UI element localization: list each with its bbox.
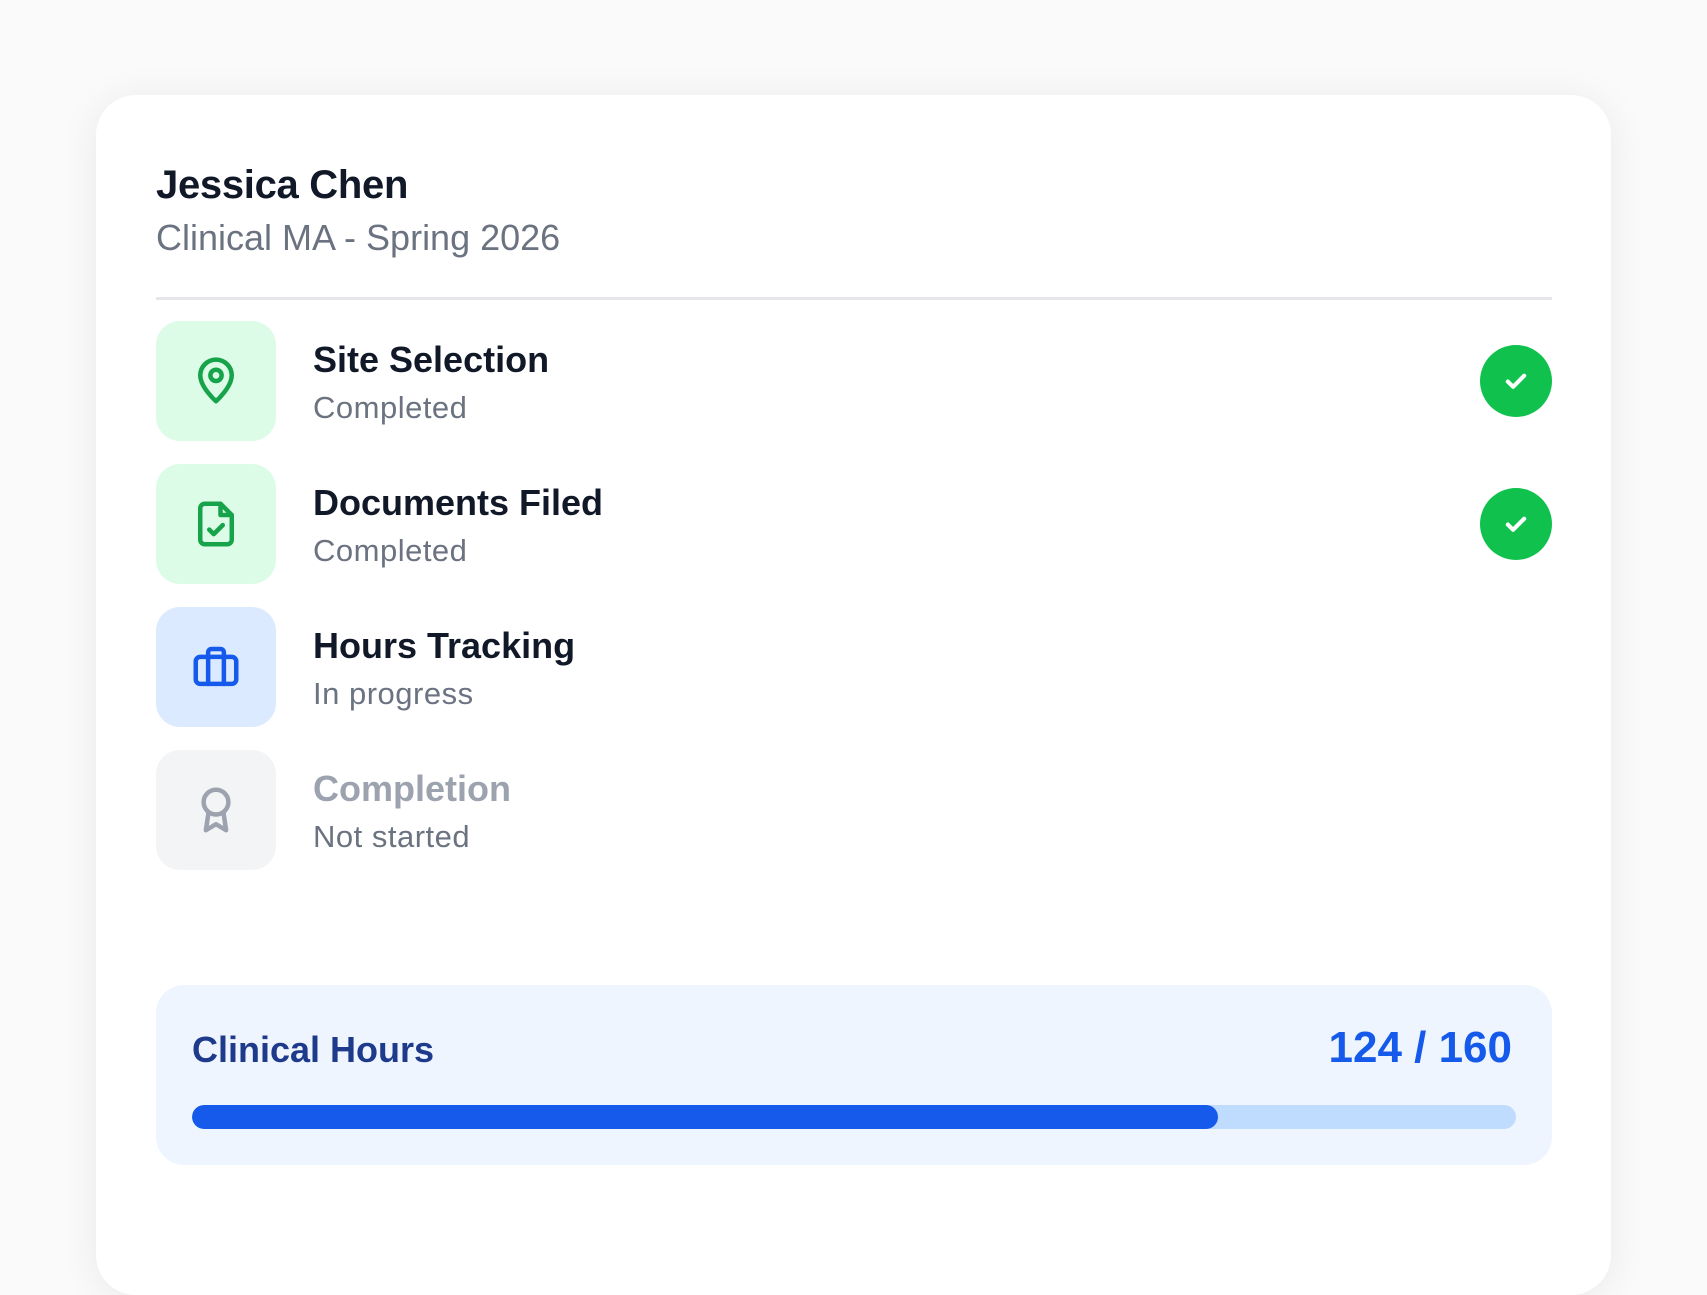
award-icon bbox=[156, 750, 276, 870]
clinical-hours-value: 124 / 160 bbox=[1328, 1023, 1513, 1072]
step-title: Completion bbox=[313, 768, 511, 809]
briefcase-icon bbox=[156, 607, 276, 727]
onboarding-card: Jessica Chen Clinical MA - Spring 2026 S… bbox=[96, 95, 1611, 1295]
check-icon bbox=[1480, 488, 1552, 560]
step-status: Not started bbox=[313, 819, 471, 854]
file-check-icon bbox=[156, 464, 276, 584]
step-site-selection[interactable]: Site Selection Completed bbox=[156, 321, 1552, 441]
clinical-hours-panel: Clinical Hours 124 / 160 bbox=[156, 985, 1552, 1165]
step-title: Hours Tracking bbox=[313, 625, 576, 666]
step-completion[interactable]: Completion Not started bbox=[156, 750, 1552, 870]
clinical-hours-label: Clinical Hours bbox=[192, 1029, 435, 1070]
map-pin-icon bbox=[156, 321, 276, 441]
step-title: Documents Filed bbox=[313, 482, 604, 523]
student-name: Jessica Chen bbox=[156, 163, 409, 207]
step-documents-filed[interactable]: Documents Filed Completed bbox=[156, 464, 1552, 584]
check-icon bbox=[1480, 345, 1552, 417]
step-status: Completed bbox=[313, 533, 468, 568]
step-status: In progress bbox=[313, 676, 474, 711]
step-title: Site Selection bbox=[313, 339, 550, 380]
hours-progress-fill bbox=[192, 1105, 1219, 1129]
hours-progress-bar bbox=[192, 1105, 1516, 1129]
divider bbox=[156, 297, 1552, 300]
program-subtitle: Clinical MA - Spring 2026 bbox=[156, 217, 561, 258]
step-status: Completed bbox=[313, 390, 468, 425]
step-hours-tracking[interactable]: Hours Tracking In progress bbox=[156, 607, 1552, 727]
